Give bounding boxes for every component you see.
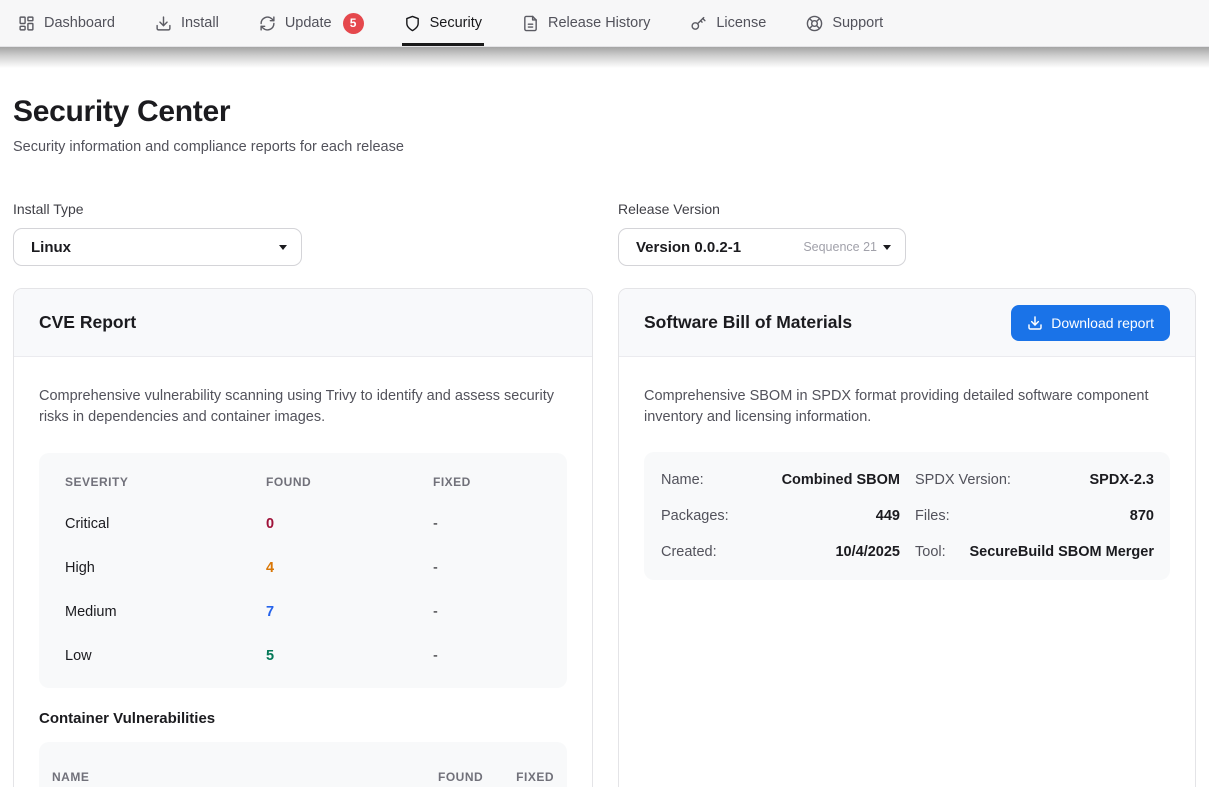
fixed-col-header: FIXED bbox=[433, 475, 541, 489]
info-label: Packages: bbox=[661, 508, 729, 524]
tab-install[interactable]: Install bbox=[155, 0, 219, 46]
sbom-info-files: Files: 870 bbox=[915, 498, 1154, 534]
download-report-label: Download report bbox=[1051, 315, 1154, 331]
sbom-card-title: Software Bill of Materials bbox=[644, 312, 852, 333]
tab-install-label: Install bbox=[181, 15, 219, 31]
install-type-select[interactable]: Linux bbox=[13, 228, 302, 266]
fixed-count: - bbox=[433, 648, 541, 664]
install-type-filter: Install Type Linux bbox=[13, 201, 593, 266]
sbom-info-created: Created: 10/4/2025 bbox=[661, 534, 900, 570]
refresh-icon bbox=[259, 15, 276, 32]
top-nav: Dashboard Install Update 5 Security Rele… bbox=[0, 0, 1209, 47]
tab-release-history[interactable]: Release History bbox=[522, 0, 650, 46]
info-label: Name: bbox=[661, 472, 704, 488]
sbom-card: Software Bill of Materials Download repo… bbox=[618, 288, 1196, 787]
table-row-high: High 4 - bbox=[39, 546, 567, 590]
severity-table-header: SEVERITY FOUND FIXED bbox=[39, 461, 567, 502]
found-count: 4 bbox=[266, 560, 433, 576]
info-label: SPDX Version: bbox=[915, 472, 1011, 488]
download-icon bbox=[1027, 315, 1043, 331]
file-text-icon bbox=[522, 15, 539, 32]
found-col-header: FOUND bbox=[438, 770, 483, 784]
download-icon bbox=[155, 15, 172, 32]
download-report-button[interactable]: Download report bbox=[1011, 305, 1170, 341]
found-count: 0 bbox=[266, 516, 433, 532]
severity-label: Critical bbox=[65, 516, 266, 532]
fixed-count: - bbox=[433, 560, 541, 576]
page-subtitle: Security information and compliance repo… bbox=[13, 139, 1196, 155]
filters-row: Install Type Linux Release Version Versi… bbox=[13, 201, 1196, 266]
tab-dashboard[interactable]: Dashboard bbox=[18, 0, 115, 46]
tab-dashboard-label: Dashboard bbox=[44, 15, 115, 31]
release-version-filter: Release Version Version 0.0.2-1 Sequence… bbox=[618, 201, 1196, 266]
info-value: 870 bbox=[1130, 508, 1154, 524]
sbom-card-header: Software Bill of Materials Download repo… bbox=[619, 289, 1195, 357]
info-value: 449 bbox=[876, 508, 900, 524]
severity-label: High bbox=[65, 560, 266, 576]
life-buoy-icon bbox=[806, 15, 823, 32]
sbom-info-grid: Name: Combined SBOM SPDX Version: SPDX-2… bbox=[644, 452, 1170, 580]
tab-license-label: License bbox=[716, 15, 766, 31]
install-type-value: Linux bbox=[31, 239, 71, 256]
release-version-select[interactable]: Version 0.0.2-1 Sequence 21 bbox=[618, 228, 906, 266]
name-col-header: NAME bbox=[52, 770, 405, 784]
cve-description: Comprehensive vulnerability scanning usi… bbox=[39, 386, 561, 428]
info-value: 10/4/2025 bbox=[835, 544, 900, 560]
tab-support[interactable]: Support bbox=[806, 0, 883, 46]
info-label: Files: bbox=[915, 508, 950, 524]
scroll-shade bbox=[0, 47, 1209, 68]
info-label: Created: bbox=[661, 544, 717, 560]
fixed-count: - bbox=[433, 604, 541, 620]
sbom-info-packages: Packages: 449 bbox=[661, 498, 900, 534]
cve-card-body: Comprehensive vulnerability scanning usi… bbox=[14, 357, 592, 787]
shield-icon bbox=[404, 15, 421, 32]
tab-support-label: Support bbox=[832, 15, 883, 31]
dashboard-icon bbox=[18, 15, 35, 32]
update-count-badge: 5 bbox=[343, 13, 364, 34]
found-count: 5 bbox=[266, 648, 433, 664]
table-row-medium: Medium 7 - bbox=[39, 590, 567, 634]
info-label: Tool: bbox=[915, 544, 946, 560]
severity-table: SEVERITY FOUND FIXED Critical 0 - High 4… bbox=[39, 453, 567, 688]
fixed-count: - bbox=[433, 516, 541, 532]
tab-license[interactable]: License bbox=[690, 0, 766, 46]
page-title: Security Center bbox=[13, 95, 1196, 129]
info-value: Combined SBOM bbox=[782, 472, 900, 488]
sbom-info-tool: Tool: SecureBuild SBOM Merger bbox=[915, 534, 1154, 570]
tab-security[interactable]: Security bbox=[404, 0, 482, 46]
table-row-critical: Critical 0 - bbox=[39, 502, 567, 546]
release-sequence-label: Sequence 21 bbox=[803, 240, 877, 254]
found-count: 7 bbox=[266, 604, 433, 620]
severity-label: Low bbox=[65, 648, 266, 664]
release-version-label: Release Version bbox=[618, 201, 1196, 217]
info-value: SecureBuild SBOM Merger bbox=[969, 544, 1154, 560]
table-row-low: Low 5 - bbox=[39, 634, 567, 678]
chevron-down-icon bbox=[883, 245, 891, 250]
chevron-down-icon bbox=[279, 245, 287, 250]
key-icon bbox=[690, 15, 707, 32]
install-type-label: Install Type bbox=[13, 201, 593, 217]
cve-report-card: CVE Report Comprehensive vulnerability s… bbox=[13, 288, 593, 787]
cve-card-title: CVE Report bbox=[39, 312, 136, 333]
release-version-value: Version 0.0.2-1 bbox=[636, 239, 741, 256]
fixed-col-header: FIXED bbox=[516, 770, 554, 784]
sbom-info-name: Name: Combined SBOM bbox=[661, 462, 900, 498]
sbom-info-spdx-version: SPDX Version: SPDX-2.3 bbox=[915, 462, 1154, 498]
tab-release-history-label: Release History bbox=[548, 15, 650, 31]
container-vulnerabilities-title: Container Vulnerabilities bbox=[39, 710, 567, 727]
severity-label: Medium bbox=[65, 604, 266, 620]
report-cards: CVE Report Comprehensive vulnerability s… bbox=[13, 288, 1196, 787]
info-value: SPDX-2.3 bbox=[1090, 472, 1154, 488]
cve-card-header: CVE Report bbox=[14, 289, 592, 357]
security-center-page: Security Center Security information and… bbox=[0, 95, 1209, 787]
tab-security-label: Security bbox=[430, 15, 482, 31]
tab-update[interactable]: Update 5 bbox=[259, 0, 364, 46]
container-vulnerabilities-table-header: NAME FOUND FIXED bbox=[39, 742, 567, 787]
sbom-description: Comprehensive SBOM in SPDX format provid… bbox=[644, 386, 1156, 428]
tab-update-label: Update bbox=[285, 15, 332, 31]
sbom-card-body: Comprehensive SBOM in SPDX format provid… bbox=[619, 357, 1195, 605]
severity-col-header: SEVERITY bbox=[65, 475, 266, 489]
found-col-header: FOUND bbox=[266, 475, 433, 489]
